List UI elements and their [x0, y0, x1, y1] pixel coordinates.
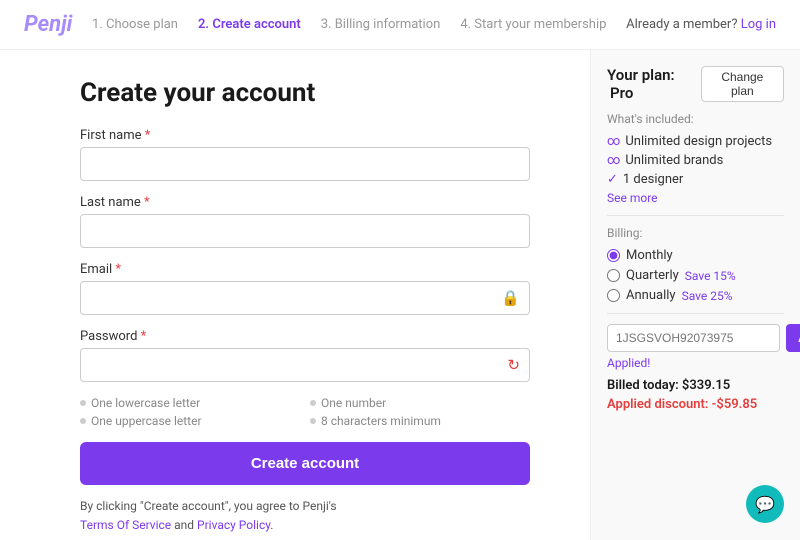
terms-text-section: By clicking "Create account", you agree … — [80, 497, 530, 535]
rule-min-chars: 8 characters minimum — [310, 414, 530, 428]
divider-2 — [607, 313, 784, 314]
terms-link[interactable]: Terms Of Service — [80, 518, 171, 532]
terms-and: and — [174, 518, 194, 532]
billing-annually-radio[interactable] — [607, 289, 620, 302]
last-name-input[interactable] — [80, 214, 530, 248]
first-name-field: First name * — [80, 128, 530, 181]
apply-button[interactable]: Apply — [786, 324, 800, 352]
billing-quarterly: Quarterly Save 15% — [607, 268, 784, 283]
password-field: Password * ↻ — [80, 329, 530, 382]
email-label: Email * — [80, 262, 530, 277]
password-refresh-icon: ↻ — [507, 356, 520, 374]
rule-lowercase: One lowercase letter — [80, 396, 300, 410]
step-2: 2. Create account — [198, 17, 301, 32]
quarterly-save-badge: Save 15% — [685, 269, 736, 283]
rule-dot-number — [310, 400, 316, 406]
logo: Penji — [24, 12, 72, 37]
infinity-icon-1: ∞ — [607, 153, 620, 168]
chat-bubble[interactable]: 💬 — [746, 485, 784, 523]
terms-prefix: By clicking "Create account", you agree … — [80, 499, 337, 513]
form-area: Create your account First name * Last na… — [0, 50, 590, 540]
rule-uppercase: One uppercase letter — [80, 414, 300, 428]
steps: 1. Choose plan 2. Create account 3. Bill… — [92, 17, 606, 32]
check-icon-0: ✓ — [607, 172, 618, 187]
plan-title: Your plan: Pro — [607, 66, 701, 102]
rule-dot-lowercase — [80, 400, 86, 406]
header: Penji 1. Choose plan 2. Create account 3… — [0, 0, 800, 50]
already-member-section: Already a member? Log in — [626, 17, 776, 32]
last-name-field: Last name * — [80, 195, 530, 248]
first-name-input[interactable] — [80, 147, 530, 181]
coupon-input[interactable] — [607, 324, 780, 352]
applied-text: Applied! — [607, 356, 784, 370]
whats-included-label: What's included: — [607, 112, 784, 126]
step-3: 3. Billing information — [321, 17, 441, 32]
billing-label: Billing: — [607, 226, 784, 240]
rule-number: One number — [310, 396, 530, 410]
period: . — [270, 518, 273, 532]
billing-monthly-radio[interactable] — [607, 249, 620, 262]
privacy-link[interactable]: Privacy Policy — [197, 518, 270, 532]
sidebar: Your plan: Pro Change plan What's includ… — [590, 50, 800, 540]
billing-quarterly-radio[interactable] — [607, 269, 620, 282]
infinity-icon-0: ∞ — [607, 134, 620, 149]
password-input-wrapper: ↻ — [80, 348, 530, 382]
billing-monthly-label: Monthly — [626, 248, 673, 263]
included-item-1: ∞ Unlimited brands — [607, 153, 784, 168]
billed-today: Billed today: $339.15 — [607, 378, 784, 393]
step-1: 1. Choose plan — [92, 17, 178, 32]
change-plan-button[interactable]: Change plan — [701, 66, 784, 102]
plan-header: Your plan: Pro Change plan — [607, 66, 784, 102]
create-account-button[interactable]: Create account — [80, 442, 530, 485]
coupon-section: Apply Applied! — [607, 324, 784, 370]
included-item-0: ∞ Unlimited design projects — [607, 134, 784, 149]
discount-label: Applied discount: — [607, 397, 708, 412]
step-4: 4. Start your membership — [460, 17, 606, 32]
billing-quarterly-label: Quarterly — [626, 268, 679, 283]
email-input-wrapper: 🔒 — [80, 281, 530, 315]
billing-annually: Annually Save 25% — [607, 288, 784, 303]
login-link[interactable]: Log in — [741, 17, 776, 32]
included-item-2: ✓ 1 designer — [607, 172, 784, 187]
main-content: Create your account First name * Last na… — [0, 50, 800, 540]
divider-1 — [607, 215, 784, 216]
already-member-text: Already a member? — [626, 17, 737, 32]
rule-dot-uppercase — [80, 418, 86, 424]
billing-monthly: Monthly — [607, 248, 784, 263]
password-rules: One lowercase letter One number One uppe… — [80, 396, 530, 428]
rule-dot-min-chars — [310, 418, 316, 424]
billing-annually-label: Annually — [626, 288, 676, 303]
email-lock-icon: 🔒 — [501, 289, 520, 307]
page-title: Create your account — [80, 78, 530, 108]
discount-value: -$59.85 — [712, 397, 758, 412]
email-field: Email * 🔒 — [80, 262, 530, 315]
coupon-row: Apply — [607, 324, 784, 352]
annually-save-badge: Save 25% — [682, 289, 733, 303]
applied-discount: Applied discount: -$59.85 — [607, 397, 784, 412]
password-input[interactable] — [80, 348, 530, 382]
email-input[interactable] — [80, 281, 530, 315]
chat-icon: 💬 — [755, 495, 775, 514]
see-more-link[interactable]: See more — [607, 191, 784, 205]
last-name-label: Last name * — [80, 195, 530, 210]
first-name-label: First name * — [80, 128, 530, 143]
password-label: Password * — [80, 329, 530, 344]
